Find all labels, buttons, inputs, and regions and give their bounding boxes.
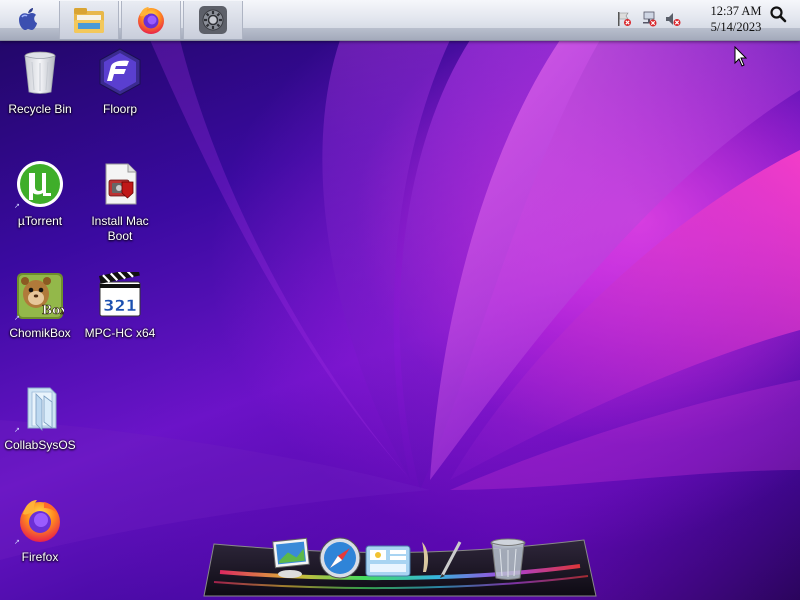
shortcut-arrow-icon: ↗: [14, 426, 20, 434]
clock-date: 5/14/2023: [710, 20, 762, 34]
dock-item-safari[interactable]: [318, 536, 362, 584]
volume-muted-tray-icon[interactable]: [664, 11, 682, 27]
desktop-icon-install-mac-boot[interactable]: Install Mac Boot: [80, 160, 160, 244]
firefox-icon: [20, 500, 60, 542]
mpc-hc-icon: 321: [99, 267, 141, 317]
preview-icon: [272, 537, 310, 578]
floorp-icon: [99, 48, 141, 96]
desktop-icon-chomikbox[interactable]: Box ↗ ChomikBox: [0, 272, 80, 341]
dock-item-preview[interactable]: [270, 534, 312, 584]
desktop-icon-label: Floorp: [102, 102, 137, 116]
taskbar-file-explorer-button[interactable]: [59, 1, 119, 39]
desktop-icon-utorrent[interactable]: ↗ µTorrent: [0, 160, 80, 229]
mpc-badge: 321: [103, 296, 136, 315]
desktop-icon-collabsysos[interactable]: ↗ CollabSysOS: [0, 384, 80, 453]
mouse-cursor-icon: [734, 46, 748, 67]
folder-icon: [27, 387, 57, 431]
menu-bar-strip: [0, 28, 800, 40]
settings-gear-icon: [199, 6, 227, 34]
dock-item-trash[interactable]: [488, 536, 528, 586]
clock[interactable]: 12:37 AM 5/14/2023: [700, 3, 772, 35]
shortcut-arrow-icon: ↗: [14, 314, 20, 322]
desktop-icon-label: Recycle Bin: [8, 102, 72, 116]
desktop-icon-label: CollabSysOS: [4, 438, 76, 452]
chomikbox-icon: Box: [17, 273, 68, 319]
desktop-icon-recycle-bin[interactable]: Recycle Bin: [0, 48, 80, 117]
desktop: 12:37 AM 5/14/2023 Recycle Bin Floorp ↗ …: [0, 0, 800, 600]
shortcut-arrow-icon: ↗: [14, 538, 20, 546]
desktop-icon-mpc-hc[interactable]: 321 MPC-HC x64: [80, 267, 160, 341]
dashboard-icon: [365, 545, 411, 577]
apple-icon: [19, 8, 37, 30]
shortcut-arrow-icon: ↗: [14, 202, 20, 210]
dock: [200, 528, 600, 600]
desktop-icon-label: Install Mac Boot: [91, 214, 149, 243]
dock-item-dashboard[interactable]: [364, 544, 412, 584]
taskbar-firefox-button[interactable]: [121, 1, 181, 39]
desktop-icon-firefox[interactable]: ↗ Firefox: [0, 496, 80, 565]
network-tray-icon[interactable]: [640, 11, 658, 27]
desktop-icon-label: ChomikBox: [9, 326, 71, 340]
installer-icon: [105, 163, 137, 205]
desktop-icon-floorp[interactable]: Floorp: [80, 48, 160, 117]
quill-icon: [422, 541, 462, 578]
desktop-icon-label: µTorrent: [17, 214, 63, 228]
clock-time: 12:37 AM: [710, 4, 762, 18]
utorrent-icon: [17, 161, 63, 207]
recycle-bin-icon: [24, 51, 56, 94]
taskbar-settings-button[interactable]: [183, 1, 243, 39]
dock-item-quill[interactable]: [414, 538, 468, 586]
chomikbox-badge: Box: [42, 303, 64, 317]
flag-tray-icon[interactable]: [615, 11, 633, 27]
file-explorer-icon: [74, 8, 104, 33]
desktop-icon-label: Firefox: [21, 550, 59, 564]
search-icon[interactable]: [769, 5, 787, 23]
desktop-icon-label: MPC-HC x64: [84, 326, 156, 340]
apple-menu-button[interactable]: [10, 4, 46, 34]
safari-icon: [319, 537, 361, 579]
trash-icon: [490, 538, 526, 580]
firefox-icon: [138, 7, 164, 34]
top-menu-bar: 12:37 AM 5/14/2023: [0, 0, 800, 41]
